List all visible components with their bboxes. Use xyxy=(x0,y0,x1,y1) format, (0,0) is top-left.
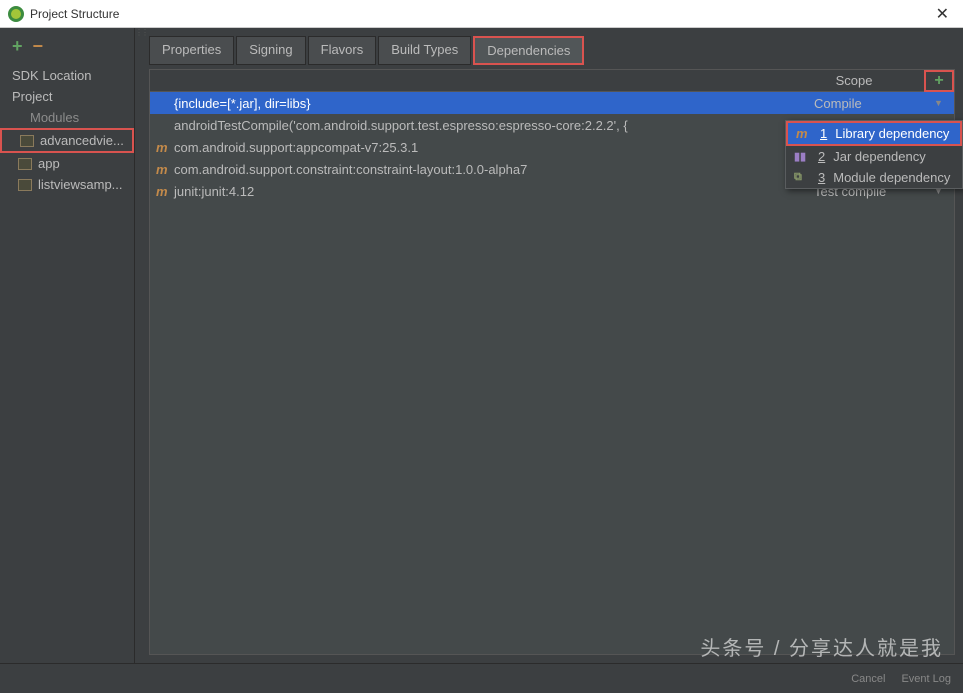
menu-item-module-dependency[interactable]: ⧉ 3 Module dependency xyxy=(786,167,962,188)
sidebar-item-label: listviewsamp... xyxy=(38,177,123,192)
add-dependency-menu: m 1 Library dependency ▮▮ 2 Jar dependen… xyxy=(785,120,963,189)
dependency-name: com.android.support.constraint:constrain… xyxy=(174,162,527,177)
library-icon: m xyxy=(796,126,812,141)
module-icon: ⧉ xyxy=(794,171,810,184)
sidebar-item-listviewsamp[interactable]: listviewsamp... xyxy=(0,174,134,195)
tab-build-types[interactable]: Build Types xyxy=(378,36,471,65)
remove-module-icon[interactable]: − xyxy=(33,36,44,57)
dependency-name: junit:junit:4.12 xyxy=(174,184,254,199)
close-icon[interactable]: ✕ xyxy=(930,4,955,24)
add-module-icon[interactable]: + xyxy=(12,36,23,57)
module-icon xyxy=(20,135,34,147)
dependency-name: androidTestCompile('com.android.support.… xyxy=(174,118,628,133)
tab-dependencies[interactable]: Dependencies xyxy=(473,36,584,65)
sidebar-item-project[interactable]: Project xyxy=(0,86,134,107)
scope-select[interactable]: Compile xyxy=(814,96,934,111)
menu-hotkey: 3 xyxy=(818,170,825,185)
module-icon xyxy=(18,158,32,170)
sidebar-item-sdk-location[interactable]: SDK Location xyxy=(0,65,134,86)
menu-label: Library dependency xyxy=(835,126,949,141)
dependency-name: com.android.support:appcompat-v7:25.3.1 xyxy=(174,140,418,155)
dependency-type-icon: m xyxy=(156,140,170,155)
cancel-button[interactable]: Cancel xyxy=(851,673,885,685)
titlebar: Project Structure ✕ xyxy=(0,0,963,28)
tab-signing[interactable]: Signing xyxy=(236,36,305,65)
dependency-name: {include=[*.jar], dir=libs} xyxy=(174,96,311,111)
menu-item-library-dependency[interactable]: m 1 Library dependency xyxy=(786,121,962,146)
menu-hotkey: 1 xyxy=(820,126,827,141)
sidebar-item-label: advancedvie... xyxy=(40,133,124,148)
event-log-button[interactable]: Event Log xyxy=(901,673,951,685)
sidebar-item-advancedview[interactable]: advancedvie... xyxy=(0,128,134,153)
window-title: Project Structure xyxy=(30,7,930,21)
menu-label: Module dependency xyxy=(833,170,950,185)
jar-icon: ▮▮ xyxy=(794,150,810,163)
th-scope: Scope xyxy=(784,73,924,88)
tab-flavors[interactable]: Flavors xyxy=(308,36,377,65)
main-area: + − SDK Location Project Modules advance… xyxy=(0,28,963,663)
sidebar-header-modules: Modules xyxy=(0,107,134,128)
content: Properties Signing Flavors Build Types D… xyxy=(141,28,963,663)
add-dependency-button[interactable]: + xyxy=(924,70,954,92)
table-header: Scope + xyxy=(150,70,954,92)
plus-icon: + xyxy=(934,72,943,90)
statusbar: Cancel Event Log xyxy=(0,663,963,693)
menu-hotkey: 2 xyxy=(818,149,825,164)
module-icon xyxy=(18,179,32,191)
chevron-down-icon[interactable]: ▼ xyxy=(934,98,954,108)
sidebar-toolbar: + − xyxy=(0,36,134,65)
menu-item-jar-dependency[interactable]: ▮▮ 2 Jar dependency xyxy=(786,146,962,167)
tab-properties[interactable]: Properties xyxy=(149,36,234,65)
dependency-type-icon: m xyxy=(156,184,170,199)
sidebar-item-label: app xyxy=(38,156,60,171)
table-row[interactable]: {include=[*.jar], dir=libs} Compile ▼ xyxy=(150,92,954,114)
sidebar-item-app[interactable]: app xyxy=(0,153,134,174)
sidebar: + − SDK Location Project Modules advance… xyxy=(0,28,135,663)
dependency-type-icon: m xyxy=(156,162,170,177)
tabs: Properties Signing Flavors Build Types D… xyxy=(149,36,955,65)
app-icon xyxy=(8,6,24,22)
menu-label: Jar dependency xyxy=(833,149,926,164)
